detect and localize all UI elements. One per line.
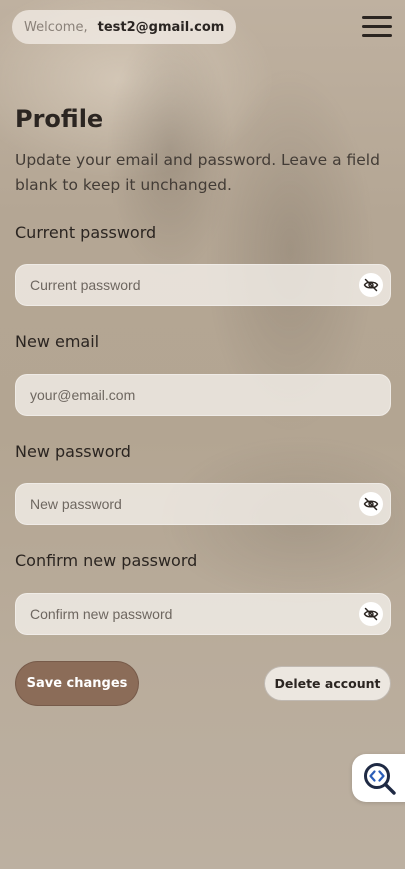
new-password-input[interactable] <box>30 484 350 524</box>
profile-header: Profile Update your email and password. … <box>15 100 391 198</box>
page-subtitle: Update your email and password. Leave a … <box>15 151 380 194</box>
new-password-label: New password <box>15 442 131 461</box>
inspector-button[interactable] <box>352 754 405 802</box>
current-password-input[interactable] <box>30 265 350 305</box>
eye-off-icon[interactable] <box>359 602 383 626</box>
new-email-field <box>15 374 391 416</box>
delete-account-button[interactable]: Delete account <box>264 666 391 701</box>
confirm-password-input[interactable] <box>30 594 350 634</box>
new-email-label: New email <box>15 332 100 351</box>
code-search-icon <box>362 761 398 799</box>
current-password-label: Current password <box>15 223 157 242</box>
eye-off-icon[interactable] <box>359 492 383 516</box>
confirm-password-field <box>15 593 391 635</box>
new-password-field <box>15 483 391 525</box>
page-title: Profile <box>15 105 104 133</box>
welcome-badge: Welcome, test2@gmail.com <box>12 10 237 44</box>
hamburger-menu-icon[interactable] <box>362 16 392 38</box>
confirm-password-label: Confirm new password <box>15 551 198 570</box>
current-password-field <box>15 264 391 306</box>
save-changes-button[interactable]: Save changes <box>15 661 139 706</box>
welcome-label: Welcome, <box>24 19 88 35</box>
top-bar: Welcome, test2@gmail.com <box>0 0 405 56</box>
new-email-input[interactable] <box>30 375 350 415</box>
eye-off-icon[interactable] <box>359 273 383 297</box>
user-email: test2@gmail.com <box>97 19 225 35</box>
